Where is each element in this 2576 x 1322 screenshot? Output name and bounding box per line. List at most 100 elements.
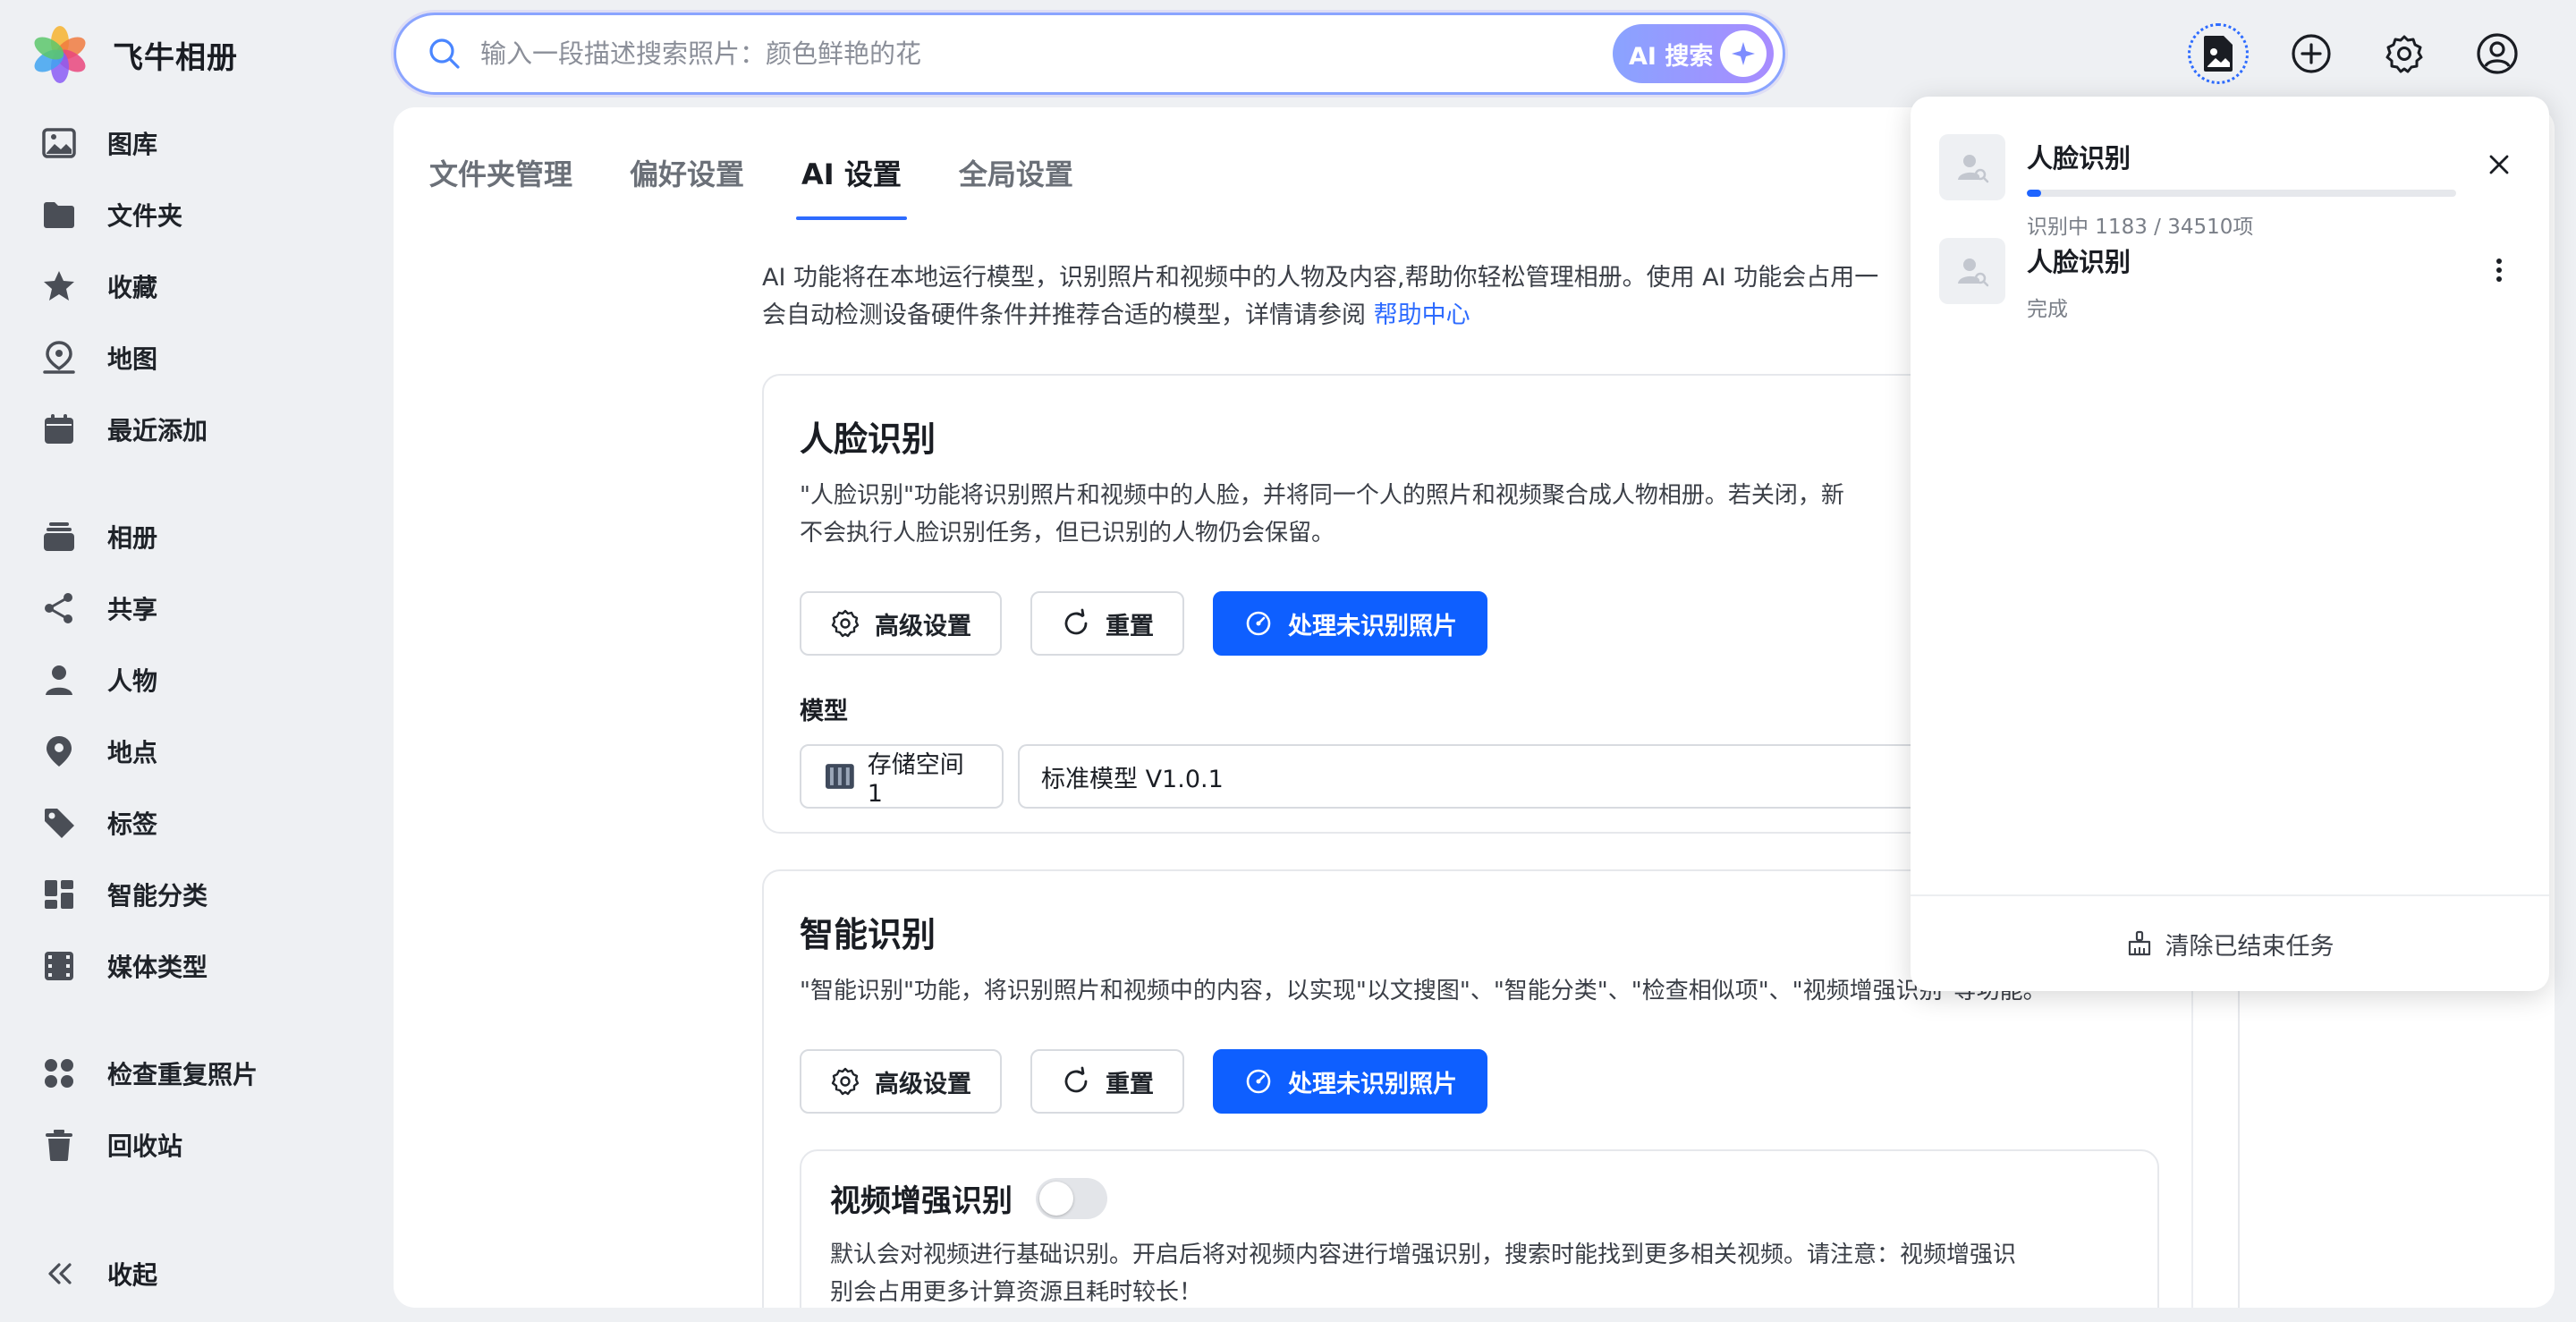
face-search-icon	[1958, 258, 1989, 287]
face-card-desc-1: "人脸识别"功能将识别照片和视频中的人脸，并将同一个人的照片和视频聚合成人物相册…	[800, 482, 1844, 509]
button-label: 高级设置	[875, 612, 971, 640]
smart-advanced-settings-button[interactable]: 高级设置	[800, 1049, 1002, 1114]
sidebar-item-label: 智能分类	[107, 881, 208, 911]
ai-search-label: AI 搜索	[1629, 42, 1714, 71]
sidebar-item-folder[interactable]: 文件夹	[0, 179, 385, 250]
sidebar-item-share[interactable]: 共享	[0, 572, 385, 644]
intro-line-2: 会自动检测设备硬件条件并推荐合适的模型，详情请参阅 帮助中心	[762, 297, 1943, 335]
gear-icon	[831, 609, 860, 638]
tab-preferences[interactable]: 偏好设置	[630, 140, 744, 220]
sidebar-item-gallery[interactable]: 图库	[0, 107, 385, 179]
double-chevron-left-icon	[48, 1263, 72, 1284]
clear-finished-tasks-button[interactable]: 清除已结束任务	[1911, 894, 2549, 991]
task-file-icon	[2204, 36, 2233, 72]
album-icon	[44, 522, 74, 551]
button-label: 高级设置	[875, 1070, 971, 1098]
task-name: 人脸识别	[2027, 247, 2131, 277]
person-icon	[46, 665, 72, 695]
sidebar-item-recent[interactable]: 最近添加	[0, 394, 385, 465]
storage-icon	[825, 764, 854, 789]
tab-global-settings[interactable]: 全局设置	[959, 140, 1073, 220]
task-more-button[interactable]	[2478, 249, 2521, 292]
account-button[interactable]	[2467, 23, 2528, 84]
sidebar-item-albums[interactable]: 相册	[0, 501, 385, 572]
sidebar-item-media-type[interactable]: 媒体类型	[0, 930, 385, 1002]
video-enhance-toggle[interactable]	[1036, 1177, 1107, 1219]
sidebar-item-label: 媒体类型	[107, 953, 208, 982]
face-task-thumbnail	[1939, 238, 2005, 304]
duplicate-icon	[45, 1059, 73, 1088]
calendar-icon	[45, 414, 73, 444]
ai-search-button[interactable]: AI 搜索	[1613, 24, 1774, 83]
sidebar-item-tags[interactable]: 标签	[0, 787, 385, 859]
face-process-unrecognized-button[interactable]: 处理未识别照片	[1213, 591, 1487, 656]
task-status: 识别中 1183 / 34510项	[2027, 216, 2254, 239]
sidebar-item-label: 回收站	[107, 1131, 183, 1161]
button-label: 重置	[1106, 1070, 1154, 1098]
sidebar-item-duplicates[interactable]: 检查重复照片	[0, 1038, 385, 1109]
sidebar-item-label: 地图	[107, 344, 158, 374]
model-select-value: 标准模型 V1.0.1	[1041, 765, 1224, 793]
sidebar-item-places[interactable]: 地点	[0, 716, 385, 787]
button-label: 重置	[1106, 612, 1154, 640]
task-progress-fill	[2027, 190, 2042, 197]
task-popover: 人脸识别 识别中 1183 / 34510项 人脸识别 完成 清除已结束任务	[1911, 97, 2549, 991]
sidebar-item-label: 共享	[107, 595, 158, 624]
intro-line-2-text: 会自动检测设备硬件条件并推荐合适的模型，详情请参阅	[762, 301, 1374, 329]
task-list-button[interactable]	[2188, 23, 2249, 84]
help-center-link[interactable]: 帮助中心	[1374, 301, 1470, 329]
collapse-label: 收起	[107, 1260, 158, 1290]
search-icon	[429, 38, 460, 69]
sidebar-item-favorites[interactable]: 收藏	[0, 250, 385, 322]
task-close-button[interactable]	[2478, 143, 2521, 186]
smart-card-actions: 高级设置 重置 处理未识别照片	[800, 1049, 2202, 1114]
video-enhance-section: 视频增强识别 默认会对视频进行基础识别。开启后将对视频内容进行增强识别，搜索时能…	[800, 1149, 2159, 1308]
model-select[interactable]: 标准模型 V1.0.1	[1018, 744, 2002, 809]
collapse-sidebar-button[interactable]: 收起	[41, 1256, 157, 1292]
smart-process-unrecognized-button[interactable]: 处理未识别照片	[1213, 1049, 1487, 1114]
task-status: 完成	[2027, 298, 2068, 321]
task-item: 人脸识别 完成	[1939, 238, 2521, 322]
gear-icon	[2385, 35, 2423, 73]
search-bar[interactable]: AI 搜索	[394, 13, 1785, 95]
sidebar-item-label: 相册	[107, 523, 158, 553]
sidebar-item-label: 人物	[107, 666, 158, 696]
storage-select[interactable]: 存储空间1	[800, 744, 1004, 809]
task-body: 人脸识别 识别中 1183 / 34510项	[2027, 134, 2456, 240]
add-button[interactable]	[2281, 23, 2342, 84]
task-progress-bar	[2027, 190, 2456, 197]
settings-button[interactable]	[2374, 23, 2435, 84]
star-icon	[44, 271, 74, 301]
settings-tabs: 文件夹管理 偏好设置 AI 设置 全局设置	[429, 140, 1073, 220]
face-advanced-settings-button[interactable]: 高级设置	[800, 591, 1002, 656]
tab-ai-settings[interactable]: AI 设置	[796, 140, 907, 220]
brand: 飞牛相册	[29, 23, 238, 86]
sidebar-item-map[interactable]: 地图	[0, 322, 385, 394]
video-enhance-header: 视频增强识别	[830, 1176, 2129, 1220]
sidebar-item-label: 最近添加	[107, 416, 208, 445]
intro-line-1: AI 功能将在本地运行模型，识别照片和视频中的人物及内容,帮助你轻松管理相册。使…	[762, 264, 1879, 292]
face-reset-button[interactable]: 重置	[1030, 591, 1184, 656]
sidebar-item-label: 图库	[107, 130, 158, 159]
sidebar-item-smart-category[interactable]: 智能分类	[0, 859, 385, 930]
refresh-icon	[1064, 1066, 1088, 1093]
share-icon	[45, 593, 72, 623]
folder-icon	[44, 202, 74, 228]
sparkle-icon	[1720, 30, 1767, 77]
close-icon	[2489, 155, 2509, 174]
tab-folder-management[interactable]: 文件夹管理	[429, 140, 572, 220]
task-body: 人脸识别 完成	[2027, 238, 2456, 322]
sidebar-item-people[interactable]: 人物	[0, 644, 385, 716]
search-input[interactable]	[480, 38, 1554, 69]
gallery-icon	[42, 128, 76, 158]
sidebar-item-label: 收藏	[107, 273, 158, 302]
sidebar-item-label: 文件夹	[107, 201, 183, 231]
clear-finished-label: 清除已结束任务	[2165, 932, 2334, 961]
refresh-icon	[1064, 608, 1088, 635]
media-type-icon	[45, 952, 73, 980]
task-item: 人脸识别 识别中 1183 / 34510项	[1939, 134, 2521, 240]
sidebar-item-trash[interactable]: 回收站	[0, 1109, 385, 1181]
smart-reset-button[interactable]: 重置	[1030, 1049, 1184, 1114]
button-label: 处理未识别照片	[1288, 612, 1457, 640]
smart-category-icon	[45, 880, 73, 909]
